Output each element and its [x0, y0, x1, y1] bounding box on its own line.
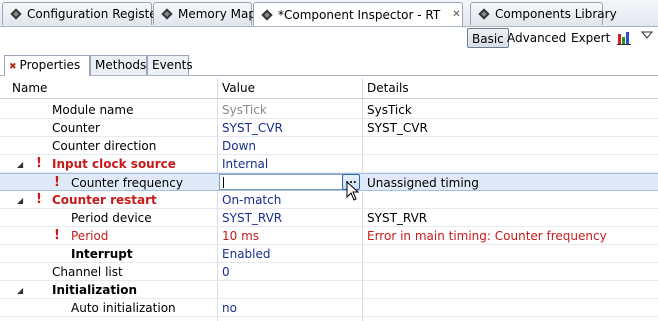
property-name: Channel list [52, 265, 123, 279]
table-row[interactable]: Counter direction Down [0, 137, 658, 155]
expand-triangle-icon[interactable]: ◢ [17, 196, 23, 205]
property-value[interactable]: Down [222, 139, 256, 153]
property-details: SysTick [367, 103, 412, 117]
tab-events[interactable]: Events [147, 55, 193, 75]
property-details: Unassigned timing [367, 176, 479, 190]
view-menu-icon[interactable] [640, 29, 654, 41]
property-name: Period device [71, 211, 152, 225]
table-row[interactable]: Module name SysTick SysTick [0, 101, 658, 119]
property-details: SYST_RVR [367, 211, 428, 225]
property-value[interactable]: SYST_CVR [222, 121, 283, 135]
tab-properties[interactable]: ✖ Properties [4, 55, 90, 76]
property-name: Module name [52, 103, 134, 117]
property-name: Initialization [52, 283, 138, 297]
property-value[interactable]: 0 [222, 265, 230, 279]
property-name: Counter restart [52, 193, 157, 207]
property-value: SysTick [222, 103, 267, 117]
counter-frequency-input[interactable] [219, 174, 359, 190]
tab-label: Properties [19, 58, 81, 72]
error-icon: ! [54, 175, 60, 190]
chip-icon [9, 7, 23, 21]
tab-label: Configuration Registers [27, 7, 168, 21]
table-row[interactable]: ◢ Initialization [0, 281, 658, 299]
property-value[interactable]: Internal [222, 157, 268, 171]
mouse-cursor-icon [346, 180, 360, 201]
property-name: Counter direction [52, 139, 157, 153]
chip-icon [160, 7, 174, 21]
property-name: Interrupt [71, 247, 133, 261]
property-value[interactable]: no [222, 301, 237, 315]
error-icon: ✖ [9, 62, 17, 72]
text-caret [223, 177, 224, 188]
table-row[interactable]: Auto initialization no [0, 299, 658, 317]
inspector-subtabs: ✖ Properties Methods Events [0, 54, 658, 76]
bar-chart-icon[interactable] [616, 30, 632, 46]
table-row[interactable]: ! Period 10 ms Error in main timing: Cou… [0, 227, 658, 245]
tab-label: Components Library [495, 7, 617, 21]
table-header: Name Value Details [0, 78, 658, 99]
close-icon[interactable]: ✕ [452, 9, 460, 20]
tab-configuration-registers[interactable]: Configuration Registers [2, 2, 168, 25]
property-value[interactable]: Enabled [222, 247, 271, 261]
expand-triangle-icon[interactable]: ◢ [17, 160, 23, 169]
column-header-value[interactable]: Value [222, 81, 255, 95]
tab-label: *Component Inspector - RT [278, 7, 441, 22]
expand-triangle-icon[interactable]: ◢ [17, 286, 23, 295]
property-name: Period [71, 229, 109, 243]
tab-memory-map[interactable]: Memory Map [153, 2, 256, 25]
property-details: SYST_CVR [367, 121, 428, 135]
tab-label: Memory Map [178, 7, 256, 21]
property-name: Counter [52, 121, 100, 135]
property-name: Auto initialization [71, 301, 176, 315]
tab-label: Events [152, 58, 193, 72]
column-header-name[interactable]: Name [12, 81, 47, 95]
view-toolbar: Basic Advanced Expert [0, 27, 658, 53]
table-row[interactable]: ◢ ! Counter restart On-match [0, 191, 658, 209]
table-row-selected[interactable]: ! Counter frequency ... Unassigned timin… [0, 173, 658, 191]
tab-component-inspector[interactable]: *Component Inspector - RT ✕ [253, 2, 463, 26]
column-header-details[interactable]: Details [367, 81, 409, 95]
property-value[interactable]: On-match [222, 193, 281, 207]
tab-components-library[interactable]: Components Library [470, 2, 617, 25]
error-icon: ! [54, 228, 60, 243]
expert-mode-button[interactable]: Expert [567, 28, 614, 48]
table-row[interactable]: Channel list 0 [0, 263, 658, 281]
property-value[interactable]: 10 ms [222, 229, 259, 243]
table-row[interactable]: Interrupt Enabled [0, 245, 658, 263]
chip-icon [260, 8, 274, 22]
table-row[interactable]: Period device SYST_RVR SYST_RVR [0, 209, 658, 227]
tab-methods[interactable]: Methods [90, 55, 147, 75]
chip-icon [477, 7, 491, 21]
editor-tab-strip: Configuration Registers Memory Map *Comp… [0, 0, 658, 27]
property-name: Counter frequency [71, 176, 183, 190]
advanced-mode-button[interactable]: Advanced [503, 28, 570, 48]
property-details: Error in main timing: Counter frequency [367, 229, 607, 243]
table-row[interactable]: ◢ ! Input clock source Internal [0, 155, 658, 173]
tab-label: Methods [95, 58, 147, 72]
error-icon: ! [36, 156, 42, 171]
property-name: Input clock source [52, 157, 176, 171]
error-icon: ! [36, 192, 42, 207]
table-row[interactable]: Counter SYST_CVR SYST_CVR [0, 119, 658, 137]
property-value[interactable]: SYST_RVR [222, 211, 282, 225]
